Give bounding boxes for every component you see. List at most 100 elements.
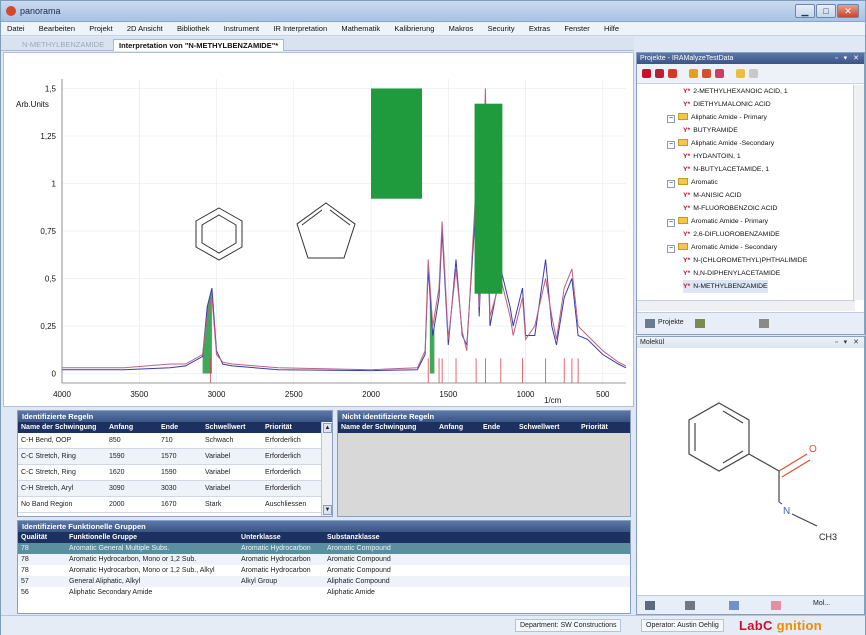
- edit-icon[interactable]: [771, 601, 781, 610]
- table-row[interactable]: C-C Stretch, Ring 1590 1570 Variabel Erf…: [18, 449, 332, 465]
- cell-start: 2000: [109, 501, 125, 508]
- tree-item[interactable]: Y* DIETHYLMALONIC ACID: [683, 98, 771, 111]
- paste-icon[interactable]: [715, 69, 724, 78]
- col-priority[interactable]: Priorität: [578, 422, 628, 433]
- col-substance-class[interactable]: Substanzklasse: [324, 532, 444, 543]
- dock-controls[interactable]: ▫ ▾ ✕: [835, 53, 861, 64]
- open-project-icon[interactable]: [655, 69, 664, 78]
- table-row[interactable]: C-H Stretch, Aryl 3090 3030 Variabel Erf…: [18, 481, 332, 497]
- minimize-button[interactable]: ▁: [795, 4, 815, 18]
- tree-item[interactable]: Y* M-ANISIC ACID: [683, 189, 742, 202]
- collapse-icon[interactable]: −: [667, 219, 675, 227]
- table-row[interactable]: 78 Aromatic Hydrocarbon, Mono or 1,2 Sub…: [18, 565, 630, 576]
- play-icon[interactable]: [749, 69, 758, 78]
- status-department: Department: SW Constructions: [515, 619, 622, 632]
- col-quality[interactable]: Qualität: [18, 532, 66, 543]
- collapse-icon[interactable]: −: [667, 141, 675, 149]
- table-row[interactable]: C-C Stretch, Ring 1620 1590 Variabel Erf…: [18, 465, 332, 481]
- collapse-icon[interactable]: −: [667, 245, 675, 253]
- pin-icon[interactable]: [695, 319, 705, 328]
- col-threshold[interactable]: Schwellwert: [516, 422, 578, 433]
- export-icon[interactable]: [685, 601, 695, 610]
- menu-ir-interpretation[interactable]: IR Interpretation: [267, 22, 333, 33]
- tab-spectrum[interactable]: N-METHYLBENZAMIDE: [17, 39, 109, 51]
- menu-mathematik[interactable]: Mathematik: [335, 22, 386, 33]
- table-row[interactable]: 57 General Aliphatic, Alkyl Alkyl Group …: [18, 576, 630, 587]
- x-tick-label: 3500: [130, 390, 148, 399]
- col-name[interactable]: Name der Schwingung: [18, 422, 106, 433]
- delete-project-icon[interactable]: [668, 69, 677, 78]
- scroll-down-icon[interactable]: ▼: [323, 505, 332, 515]
- tree-item[interactable]: Y* 2-METHYLHEXANOIC ACID, 1: [683, 85, 788, 98]
- menu-projekt[interactable]: Projekt: [83, 22, 118, 33]
- cell-substance-class: Aromatic Compound: [327, 567, 391, 574]
- col-end[interactable]: Ende: [480, 422, 516, 433]
- table-row[interactable]: 78 Aromatic Hydrocarbon, Mono or 1,2 Sub…: [18, 554, 630, 565]
- menu-2d-ansicht[interactable]: 2D Ansicht: [121, 22, 169, 33]
- table-row[interactable]: No Band Region 2000 1670 Stark Auschlies…: [18, 497, 332, 513]
- cell-name: No Band Region: [21, 501, 73, 508]
- molecule-tab[interactable]: Mol...: [813, 600, 830, 607]
- add-folder-icon[interactable]: [689, 69, 698, 78]
- tree-horizontal-scrollbar[interactable]: [637, 300, 855, 311]
- col-group[interactable]: Funktionelle Gruppe: [66, 532, 238, 543]
- tree-folder[interactable]: − Aliphatic Amide -Secondary: [667, 137, 774, 150]
- menu-bearbeiten[interactable]: Bearbeiten: [33, 22, 81, 33]
- menu-hilfe[interactable]: Hilfe: [598, 22, 625, 33]
- col-subclass[interactable]: Unterklasse: [238, 532, 324, 543]
- project-tree[interactable]: Y* 2-METHYLHEXANOIC ACID, 1 Y* DIETHYLMALO…: [637, 85, 853, 300]
- tree-vertical-scrollbar[interactable]: [853, 85, 864, 300]
- menu-kalibrierung[interactable]: Kalibrierung: [388, 22, 440, 33]
- tree-item[interactable]: Y* N-BUTYLACETAMIDE, 1: [683, 163, 769, 176]
- dock-controls[interactable]: ▫ ▾ ✕: [835, 337, 861, 348]
- collapse-icon[interactable]: −: [667, 115, 675, 123]
- col-start[interactable]: Anfang: [436, 422, 480, 433]
- tree-item[interactable]: Y* BUTYRAMIDE: [683, 124, 738, 137]
- col-priority[interactable]: Priorität: [262, 422, 322, 433]
- col-start[interactable]: Anfang: [106, 422, 158, 433]
- tree-folder[interactable]: − Aromatic Amide - Primary: [667, 215, 768, 228]
- x-tick-label: 1500: [439, 390, 457, 399]
- col-threshold[interactable]: Schwellwert: [202, 422, 262, 433]
- table-row[interactable]: C-H Bend, OOP 850 710 Schwach Erforderli…: [18, 433, 332, 449]
- spectrum-icon[interactable]: [729, 601, 739, 610]
- close-button[interactable]: ✕: [837, 4, 859, 18]
- molecule-icon: Y*: [683, 205, 691, 212]
- menu-datei[interactable]: Datei: [1, 22, 31, 33]
- tree-item[interactable]: Y* N-(CHLOROMETHYL)PHTHALIMIDE: [683, 254, 807, 267]
- col-name[interactable]: Name der Schwingung: [338, 422, 436, 433]
- spectrum-chart-panel[interactable]: 4000 3500 3000 2500 2000 1500 1000 500 0 0,25 0,5 0…: [3, 52, 634, 407]
- tree-folder[interactable]: − Aliphatic Amide - Primary: [667, 111, 767, 124]
- menu-security[interactable]: Security: [481, 22, 520, 33]
- cell-quality: 56: [21, 589, 29, 596]
- collapse-icon[interactable]: −: [667, 180, 675, 188]
- cut-icon[interactable]: [702, 69, 711, 78]
- cell-start: 850: [109, 437, 121, 444]
- tree-item[interactable]: Y* HYDANTOIN, 1: [683, 150, 741, 163]
- folder-icon[interactable]: [736, 69, 745, 78]
- table-row[interactable]: 56 Aliphatic Secondary Amide Aliphatic A…: [18, 587, 630, 598]
- menu-instrument[interactable]: Instrument: [218, 22, 265, 33]
- spectrum-chart[interactable]: 4000 3500 3000 2500 2000 1500 1000 500 0 0,25 0,5 0…: [4, 53, 633, 406]
- menu-extras[interactable]: Extras: [523, 22, 556, 33]
- tree-folder[interactable]: − Aromatic: [667, 176, 718, 189]
- properties-icon[interactable]: [759, 319, 769, 328]
- new-project-icon[interactable]: [642, 69, 651, 78]
- maximize-button[interactable]: □: [816, 4, 836, 18]
- projects-tab[interactable]: Projekte: [658, 319, 684, 326]
- tree-item[interactable]: Y* 2,6-DIFLUOROBENZAMIDE: [683, 228, 780, 241]
- methyl-group: CH3: [819, 532, 837, 542]
- tree-folder[interactable]: − Aromatic Amide - Secondary: [667, 241, 777, 254]
- scroll-up-icon[interactable]: ▲: [323, 423, 332, 433]
- menu-fenster[interactable]: Fenster: [558, 22, 595, 33]
- table-row[interactable]: 78 Aromatic General Multiple Subs. Aroma…: [18, 543, 630, 554]
- tree-item[interactable]: Y* N,N-DIPHENYLACETAMIDE: [683, 267, 780, 280]
- table-view-icon[interactable]: [645, 601, 655, 610]
- identified-scrollbar[interactable]: ▲ ▼: [321, 422, 332, 516]
- menu-makros[interactable]: Makros: [443, 22, 480, 33]
- tree-item[interactable]: Y* N-METHYLBENZAMIDE: [683, 280, 768, 293]
- tab-interpretation[interactable]: Interpretation von "N-METHYLBENZAMIDE"*: [113, 39, 285, 51]
- menu-bibliothek[interactable]: Bibliothek: [171, 22, 216, 33]
- tree-item[interactable]: Y* M-FLUOROBENZOIC ACID: [683, 202, 777, 215]
- col-end[interactable]: Ende: [158, 422, 202, 433]
